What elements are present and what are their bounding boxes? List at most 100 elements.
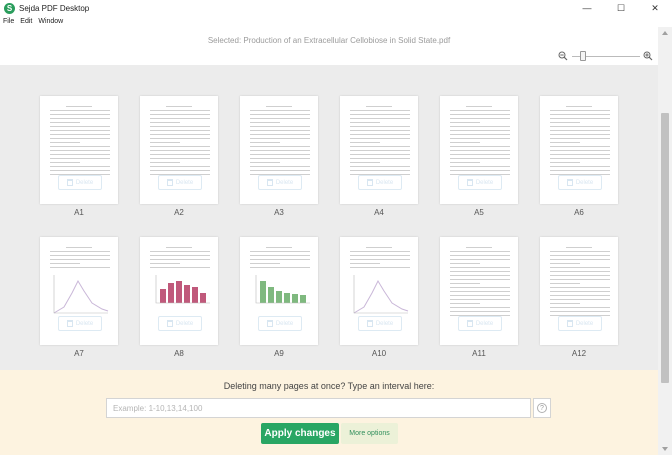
text-line [566, 247, 592, 248]
text-line [250, 166, 310, 167]
trash-icon [466, 179, 473, 186]
more-options-button[interactable]: More options [341, 423, 398, 444]
text-line [50, 263, 80, 264]
text-line [450, 259, 510, 260]
delete-page-button[interactable]: Delete [358, 175, 402, 190]
page-thumbnail[interactable]: Delete [540, 237, 618, 345]
page-thumbnail[interactable]: Delete [440, 237, 518, 345]
text-line [550, 259, 610, 260]
text-line [550, 279, 610, 280]
minimize-button[interactable]: — [570, 0, 604, 16]
menu-window[interactable]: Window [35, 16, 66, 27]
text-line [50, 138, 110, 139]
text-line [450, 255, 510, 256]
text-line [450, 146, 510, 147]
apply-changes-button[interactable]: Apply changes [261, 423, 339, 444]
text-line [450, 134, 510, 135]
page-label: A5 [474, 208, 484, 217]
text-line [450, 122, 480, 123]
text-line [550, 263, 580, 264]
page-thumbnail[interactable]: Delete [240, 237, 318, 345]
maximize-button[interactable]: ☐ [604, 0, 638, 16]
page-label: A2 [174, 208, 184, 217]
text-line [550, 158, 610, 159]
text-line [50, 114, 110, 115]
text-line [450, 170, 510, 171]
text-line [450, 287, 510, 288]
menu-file[interactable]: File [0, 16, 17, 27]
figure-bar [292, 294, 298, 303]
text-line [450, 267, 510, 268]
delete-page-button[interactable]: Delete [158, 175, 202, 190]
text-line [550, 122, 580, 123]
delete-page-button[interactable]: Delete [258, 316, 302, 331]
text-line [250, 158, 310, 159]
text-line [50, 126, 110, 127]
selected-file-label: Selected: Production of an Extracellular… [207, 36, 451, 45]
page-thumbnail[interactable]: Delete [140, 96, 218, 204]
page-thumbnail[interactable]: Delete [40, 96, 118, 204]
delete-page-button[interactable]: Delete [358, 316, 402, 331]
figure-bar [160, 289, 166, 303]
text-line [250, 122, 280, 123]
delete-page-button[interactable]: Delete [458, 316, 502, 331]
text-line [150, 251, 210, 252]
zoom-in-icon[interactable] [643, 51, 653, 61]
page-thumbnail[interactable]: Delete [40, 237, 118, 345]
interval-input[interactable] [106, 398, 531, 418]
text-line [450, 166, 510, 167]
zoom-out-icon[interactable] [558, 51, 568, 61]
text-line [466, 106, 492, 107]
vertical-scrollbar[interactable] [658, 27, 672, 455]
window-title: Sejda PDF Desktop [19, 3, 90, 13]
trash-icon [66, 320, 73, 327]
trash-icon [266, 179, 273, 186]
page-label: A1 [74, 208, 84, 217]
trash-icon [166, 320, 173, 327]
text-line [350, 110, 410, 111]
text-line [566, 106, 592, 107]
page-thumbnail[interactable]: Delete [340, 96, 418, 204]
close-button[interactable]: ✕ [638, 0, 672, 16]
text-line [250, 259, 310, 260]
delete-page-button[interactable]: Delete [58, 316, 102, 331]
scroll-up-icon[interactable] [662, 31, 668, 35]
delete-page-button[interactable]: Delete [558, 316, 602, 331]
page-thumbnail[interactable]: Delete [340, 237, 418, 345]
text-line [250, 255, 310, 256]
delete-label: Delete [275, 320, 294, 327]
text-line [150, 154, 210, 155]
page-thumbnail[interactable]: Delete [240, 96, 318, 204]
scroll-thumb[interactable] [661, 113, 669, 383]
text-line [550, 142, 580, 143]
page-label: A3 [274, 208, 284, 217]
text-line [50, 251, 110, 252]
delete-page-button[interactable]: Delete [258, 175, 302, 190]
figure-bar [168, 283, 174, 303]
trash-icon [566, 320, 573, 327]
text-line [50, 142, 80, 143]
text-line [450, 118, 510, 119]
text-line [150, 162, 180, 163]
text-line [450, 162, 480, 163]
text-line [550, 307, 610, 308]
text-line [550, 255, 610, 256]
help-button[interactable]: ? [533, 398, 551, 418]
delete-page-button[interactable]: Delete [558, 175, 602, 190]
delete-page-button[interactable]: Delete [58, 175, 102, 190]
text-line [550, 303, 580, 304]
text-line [250, 150, 310, 151]
zoom-slider-handle[interactable] [580, 51, 586, 61]
scroll-down-icon[interactable] [662, 447, 668, 451]
page-thumbnail[interactable]: Delete [540, 96, 618, 204]
page-label: A12 [571, 349, 587, 358]
page-thumbnail[interactable]: Delete [440, 96, 518, 204]
delete-page-button[interactable]: Delete [158, 316, 202, 331]
menu-edit[interactable]: Edit [17, 16, 35, 27]
delete-label: Delete [375, 320, 394, 327]
page-thumbnail[interactable]: Delete [140, 237, 218, 345]
delete-page-button[interactable]: Delete [458, 175, 502, 190]
delete-label: Delete [275, 179, 294, 186]
delete-label: Delete [75, 179, 94, 186]
text-line [50, 158, 110, 159]
